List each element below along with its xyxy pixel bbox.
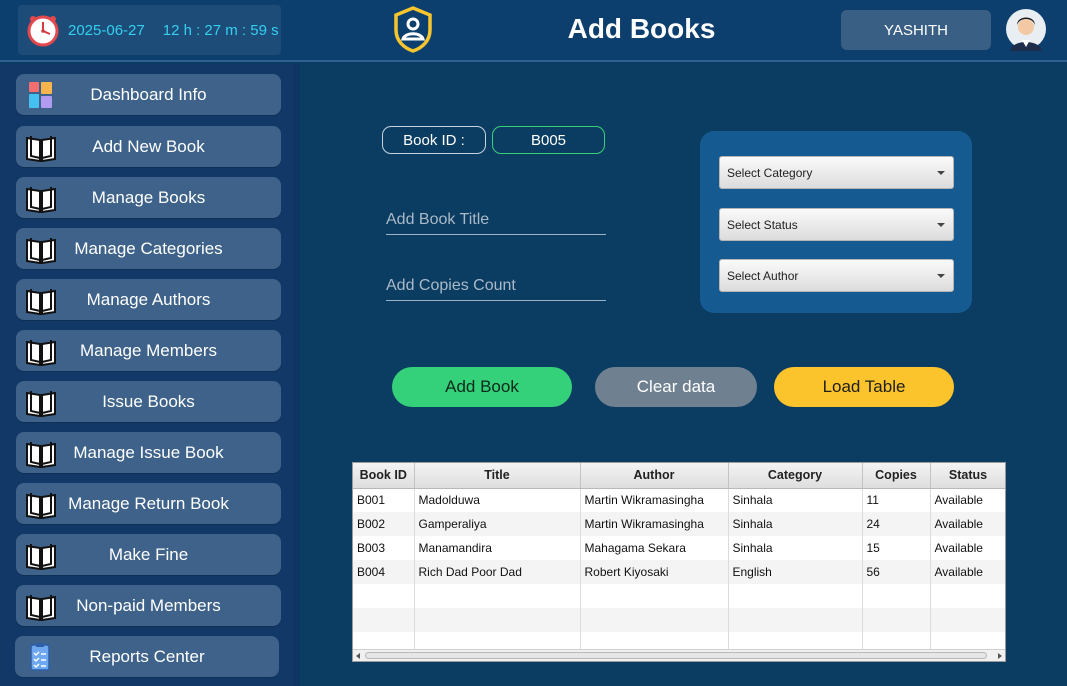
scroll-left-arrow-icon[interactable] bbox=[356, 653, 360, 659]
scrollbar-thumb[interactable] bbox=[365, 652, 987, 659]
table-cell: Rich Dad Poor Dad bbox=[414, 560, 581, 584]
table-cell: English bbox=[728, 560, 863, 584]
book-icon bbox=[26, 492, 56, 519]
book-icon bbox=[26, 594, 56, 621]
shield-user-logo-icon bbox=[394, 6, 432, 53]
report-clipboard-icon bbox=[30, 642, 50, 671]
table-cell: Manamandira bbox=[414, 536, 581, 560]
table-cell: Gamperaliya bbox=[414, 512, 581, 536]
header-bar: 2025-06-27 12 h : 27 m : 59 s Add Books … bbox=[0, 0, 1067, 62]
sidebar-item-manage-return-book[interactable]: Manage Return Book bbox=[16, 483, 281, 524]
table-cell: Available bbox=[930, 536, 1005, 560]
author-select[interactable]: Select Author bbox=[719, 259, 954, 292]
table-row[interactable]: B004 Rich Dad Poor Dad Robert Kiyosaki E… bbox=[353, 560, 1005, 584]
status-select[interactable]: Select Status bbox=[719, 208, 954, 241]
status-select-value: Select Status bbox=[727, 217, 798, 232]
book-icon bbox=[26, 441, 56, 468]
category-select-value: Select Category bbox=[727, 165, 813, 180]
table-header-row: Book ID Title Author Category Copies Sta… bbox=[353, 463, 1005, 489]
username-button[interactable]: YASHITH bbox=[841, 10, 991, 50]
book-icon bbox=[26, 237, 56, 264]
column-header-copies[interactable]: Copies bbox=[862, 463, 931, 489]
book-icon bbox=[26, 339, 56, 366]
book-title-input[interactable] bbox=[386, 205, 606, 235]
table-cell: Sinhala bbox=[728, 536, 863, 560]
column-header-title[interactable]: Title bbox=[414, 463, 581, 489]
datetime-panel: 2025-06-27 12 h : 27 m : 59 s bbox=[18, 5, 281, 55]
author-select-value: Select Author bbox=[727, 268, 799, 283]
sidebar-item-manage-members[interactable]: Manage Members bbox=[16, 330, 281, 371]
book-id-label: Book ID : bbox=[382, 126, 486, 154]
table-cell: B004 bbox=[353, 560, 415, 584]
sidebar-item-manage-authors[interactable]: Manage Authors bbox=[16, 279, 281, 320]
table-cell: 56 bbox=[862, 560, 931, 584]
table-cell: Available bbox=[930, 512, 1005, 536]
column-header-author[interactable]: Author bbox=[580, 463, 729, 489]
table-cell: Available bbox=[930, 560, 1005, 584]
book-icon bbox=[26, 186, 56, 213]
table-cell: 24 bbox=[862, 512, 931, 536]
sidebar-item-manage-issue-book[interactable]: Manage Issue Book bbox=[16, 432, 281, 473]
page-title: Add Books bbox=[567, 13, 716, 44]
book-icon bbox=[26, 135, 56, 162]
sidebar-item-make-fine[interactable]: Make Fine bbox=[16, 534, 281, 575]
table-cell: Sinhala bbox=[728, 512, 863, 536]
column-header-category[interactable]: Category bbox=[728, 463, 863, 489]
table-row[interactable]: B001 Madolduwa Martin Wikramasingha Sinh… bbox=[353, 488, 1005, 512]
table-cell: Sinhala bbox=[728, 488, 863, 512]
chevron-down-icon bbox=[937, 274, 945, 278]
table-cell: Robert Kiyosaki bbox=[580, 560, 729, 584]
chevron-down-icon bbox=[937, 223, 945, 227]
clock-icon bbox=[27, 15, 59, 47]
sidebar-item-reports-center[interactable]: Reports Center bbox=[15, 636, 279, 677]
clear-data-button[interactable]: Clear data bbox=[595, 367, 757, 407]
table-row-empty bbox=[353, 584, 1005, 608]
sidebar-item-manage-categories[interactable]: Manage Categories bbox=[16, 228, 281, 269]
book-id-value: B005 bbox=[492, 126, 605, 154]
table-row[interactable]: B003 Manamandira Mahagama Sekara Sinhala… bbox=[353, 536, 1005, 560]
copies-count-input[interactable] bbox=[386, 271, 606, 301]
book-icon bbox=[26, 288, 56, 315]
sidebar-item-add-new-book[interactable]: Add New Book bbox=[16, 126, 281, 167]
books-table[interactable]: Book ID Title Author Category Copies Sta… bbox=[352, 462, 1006, 662]
book-icon bbox=[26, 390, 56, 417]
table-cell: B002 bbox=[353, 512, 415, 536]
table-cell: Madolduwa bbox=[414, 488, 581, 512]
table-row[interactable]: B002 Gamperaliya Martin Wikramasingha Si… bbox=[353, 512, 1005, 536]
table-cell: B001 bbox=[353, 488, 415, 512]
chevron-down-icon bbox=[937, 171, 945, 175]
column-header-status[interactable]: Status bbox=[930, 463, 1005, 489]
book-icon bbox=[26, 543, 56, 570]
sidebar-item-issue-books[interactable]: Issue Books bbox=[16, 381, 281, 422]
current-date: 2025-06-27 bbox=[68, 21, 145, 39]
horizontal-scrollbar[interactable] bbox=[353, 649, 1005, 661]
column-header-book-id[interactable]: Book ID bbox=[353, 463, 415, 489]
table-cell: B003 bbox=[353, 536, 415, 560]
load-table-button[interactable]: Load Table bbox=[774, 367, 954, 407]
table-cell: Martin Wikramasingha bbox=[580, 512, 729, 536]
table-cell: Mahagama Sekara bbox=[580, 536, 729, 560]
sidebar-item-non-paid-members[interactable]: Non-paid Members bbox=[16, 585, 281, 626]
table-cell: Available bbox=[930, 488, 1005, 512]
table-cell: 11 bbox=[862, 488, 931, 512]
table-cell: Martin Wikramasingha bbox=[580, 488, 729, 512]
dashboard-icon bbox=[29, 81, 52, 108]
current-time: 12 h : 27 m : 59 s bbox=[162, 21, 279, 39]
sidebar-item-manage-books[interactable]: Manage Books bbox=[16, 177, 281, 218]
category-select[interactable]: Select Category bbox=[719, 156, 954, 189]
table-cell: 15 bbox=[862, 536, 931, 560]
add-book-button[interactable]: Add Book bbox=[392, 367, 572, 407]
sidebar-item-dashboard-info[interactable]: Dashboard Info bbox=[16, 74, 281, 115]
table-row-empty bbox=[353, 608, 1005, 632]
user-avatar-icon[interactable] bbox=[1005, 7, 1047, 51]
scroll-right-arrow-icon[interactable] bbox=[998, 653, 1002, 659]
